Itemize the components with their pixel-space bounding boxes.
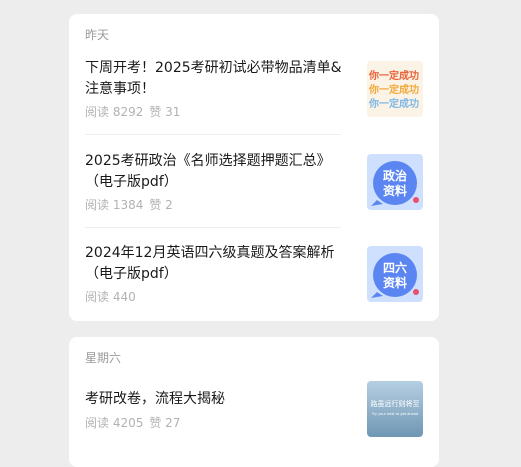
article-stats: 阅读 440 bbox=[85, 288, 136, 305]
read-count: 阅读 440 bbox=[85, 290, 136, 304]
article-title[interactable]: 考研改卷，流程大揭秘 bbox=[85, 389, 347, 410]
thumbnail-cet-material-image: 四六 资料 bbox=[367, 246, 423, 302]
article-stats: 阅读 8292 赞 31 bbox=[85, 103, 180, 120]
svg-text:路虽远行则将至: 路虽远行则将至 bbox=[371, 399, 420, 408]
group-date-label: 昨天 bbox=[85, 28, 110, 42]
article-title[interactable]: 下周开考！2025考研初试必带物品清单&注意事项！ bbox=[85, 58, 347, 100]
article-item[interactable]: 2025考研政治《名师选择题押题汇总》（电子版pdf） 阅读 1384 赞 2 政… bbox=[69, 145, 439, 235]
article-stats: 阅读 1384 赞 2 bbox=[85, 196, 173, 213]
article-title[interactable]: 2024年12月英语四六级真题及答案解析（电子版pdf） bbox=[85, 243, 347, 285]
article-stats: 阅读 4205 赞 27 bbox=[85, 414, 180, 431]
svg-text:政治: 政治 bbox=[383, 168, 407, 183]
article-item[interactable]: 考研改卷，流程大揭秘 阅读 4205 赞 27 路虽远行则将至 Try your … bbox=[69, 375, 439, 465]
article-item[interactable]: 下周开考！2025考研初试必带物品清单&注意事项！ 阅读 8292 赞 31 你一… bbox=[69, 52, 439, 142]
svg-text:你一定成功: 你一定成功 bbox=[368, 83, 419, 96]
group-date-label: 星期六 bbox=[85, 351, 122, 365]
thumbnail-politics-material-image: 政治 资料 bbox=[367, 154, 423, 210]
thumbnail-sky-slogan-image: 路虽远行则将至 Try your best to get ahead bbox=[367, 381, 423, 437]
read-count: 阅读 8292 bbox=[85, 105, 144, 119]
article-title[interactable]: 2025考研政治《名师选择题押题汇总》（电子版pdf） bbox=[85, 151, 347, 193]
like-count: 赞 2 bbox=[149, 198, 173, 212]
like-count: 赞 31 bbox=[149, 105, 181, 119]
svg-text:四六: 四六 bbox=[383, 260, 407, 275]
article-thumbnail[interactable]: 四六 资料 bbox=[367, 246, 423, 302]
svg-text:你一定成功: 你一定成功 bbox=[368, 69, 419, 82]
read-count: 阅读 4205 bbox=[85, 416, 144, 430]
article-thumbnail[interactable]: 政治 资料 bbox=[367, 154, 423, 210]
article-group-yesterday: 昨天 下周开考！2025考研初试必带物品清单&注意事项！ 阅读 8292 赞 31… bbox=[69, 14, 439, 321]
article-group-saturday: 星期六 考研改卷，流程大揭秘 阅读 4205 赞 27 路虽远行则将至 Try y… bbox=[69, 337, 439, 467]
read-count: 阅读 1384 bbox=[85, 198, 144, 212]
article-item[interactable]: 2024年12月英语四六级真题及答案解析（电子版pdf） 阅读 440 四六 资… bbox=[69, 237, 439, 327]
thumbnail-motivational-text-image: 你一定成功 你一定成功 你一定成功 bbox=[367, 61, 423, 117]
divider bbox=[85, 134, 341, 135]
article-thumbnail[interactable]: 你一定成功 你一定成功 你一定成功 bbox=[367, 61, 423, 117]
svg-text:资料: 资料 bbox=[383, 275, 407, 290]
like-count: 赞 27 bbox=[149, 416, 181, 430]
svg-text:Try your best to get ahead: Try your best to get ahead bbox=[371, 412, 418, 416]
svg-text:你一定成功: 你一定成功 bbox=[368, 97, 419, 110]
divider bbox=[85, 227, 341, 228]
svg-text:资料: 资料 bbox=[383, 183, 407, 198]
article-thumbnail[interactable]: 路虽远行则将至 Try your best to get ahead bbox=[367, 381, 423, 437]
